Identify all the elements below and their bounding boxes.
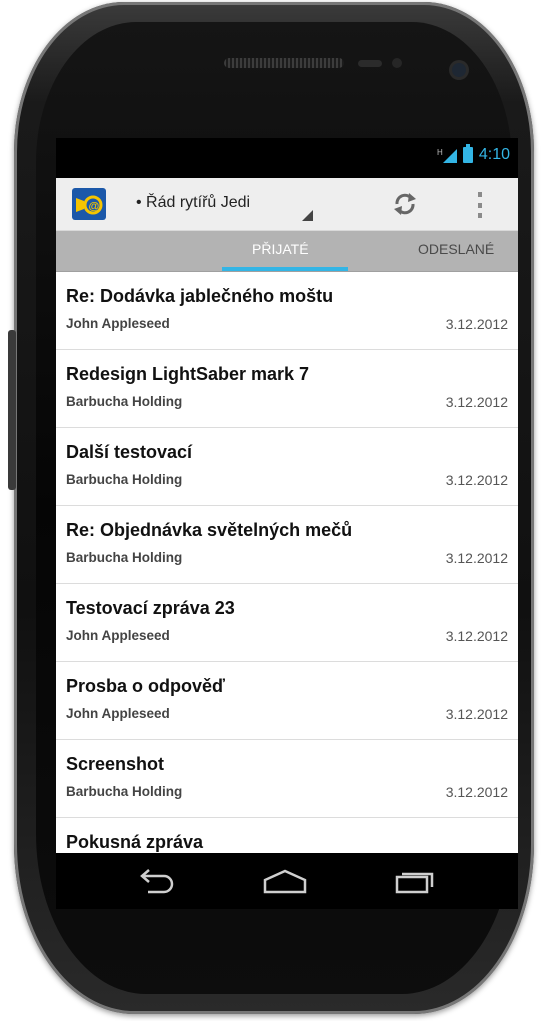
list-item[interactable]: Redesign LightSaber mark 7 Barbucha Hold… <box>56 350 518 428</box>
mail-horn-icon[interactable]: @ <box>72 188 106 220</box>
message-date: 3.12.2012 <box>445 784 508 800</box>
message-date: 3.12.2012 <box>445 628 508 644</box>
svg-text:H: H <box>437 148 443 157</box>
list-item[interactable]: Další testovací Barbucha Holding 3.12.20… <box>56 428 518 506</box>
message-sender: John Appleseed <box>66 316 170 331</box>
list-item[interactable]: Screenshot Barbucha Holding 3.12.2012 <box>56 740 518 818</box>
message-date: 3.12.2012 <box>445 706 508 722</box>
status-time: 4:10 <box>478 146 510 163</box>
front-camera <box>452 63 466 77</box>
message-sender: Barbucha Holding <box>66 784 183 799</box>
tab-sent[interactable]: ODESLANÉ <box>418 241 494 257</box>
light-sensor <box>392 58 402 68</box>
svg-text:@: @ <box>89 201 100 213</box>
proximity-sensor <box>358 60 382 67</box>
tab-bar: PŘIJATÉ ODESLANÉ <box>56 231 518 272</box>
message-sender: Barbucha Holding <box>66 472 183 487</box>
volume-button <box>8 330 16 490</box>
dropdown-triangle-icon[interactable] <box>302 210 313 221</box>
account-selector[interactable]: • Řád rytířů Jedi <box>136 194 250 212</box>
sync-icon[interactable] <box>391 190 419 218</box>
home-icon[interactable] <box>261 868 309 899</box>
overflow-menu-icon[interactable] <box>476 192 484 218</box>
signal-h-icon: H <box>437 147 457 163</box>
status-bar: H 4:10 <box>56 138 518 178</box>
tab-indicator <box>222 267 348 271</box>
message-date: 3.12.2012 <box>445 550 508 566</box>
message-list: Re: Dodávka jablečného moštu John Apples… <box>56 272 518 853</box>
message-subject: Re: Dodávka jablečného moštu <box>66 286 334 306</box>
back-icon[interactable] <box>134 868 178 899</box>
recent-apps-icon[interactable] <box>393 868 437 899</box>
message-subject: Screenshot <box>66 754 165 774</box>
message-subject: Pokusná zpráva <box>66 832 204 852</box>
message-sender: Barbucha Holding <box>66 394 183 409</box>
list-item[interactable]: Re: Dodávka jablečného moštu John Apples… <box>56 272 518 350</box>
tab-inbox[interactable]: PŘIJATÉ <box>252 241 309 257</box>
message-date: 3.12.2012 <box>445 316 508 332</box>
message-subject: Prosba o odpověď <box>66 676 225 696</box>
message-sender: Barbucha Holding <box>66 550 183 565</box>
navigation-bar <box>56 853 518 909</box>
list-item[interactable]: Prosba o odpověď John Appleseed 3.12.201… <box>56 662 518 740</box>
message-subject: Redesign LightSaber mark 7 <box>66 364 310 384</box>
action-bar: @ • Řád rytířů Jedi <box>56 178 518 231</box>
earpiece-speaker <box>224 58 344 68</box>
message-subject: Další testovací <box>66 442 193 462</box>
list-item[interactable]: Re: Objednávka světelných mečů Barbucha … <box>56 506 518 584</box>
message-date: 3.12.2012 <box>445 472 508 488</box>
list-item[interactable]: Pokusná zpráva <box>56 818 518 853</box>
battery-icon <box>462 144 473 163</box>
phone-screen: H 4:10 @ • Řád rytířů Jedi PŘIJATÉ ODESL… <box>56 138 518 853</box>
message-sender: John Appleseed <box>66 706 170 721</box>
list-item[interactable]: Testovací zpráva 23 John Appleseed 3.12.… <box>56 584 518 662</box>
message-subject: Testovací zpráva 23 <box>66 598 235 618</box>
message-subject: Re: Objednávka světelných mečů <box>66 520 353 540</box>
message-date: 3.12.2012 <box>445 394 508 410</box>
message-sender: John Appleseed <box>66 628 170 643</box>
